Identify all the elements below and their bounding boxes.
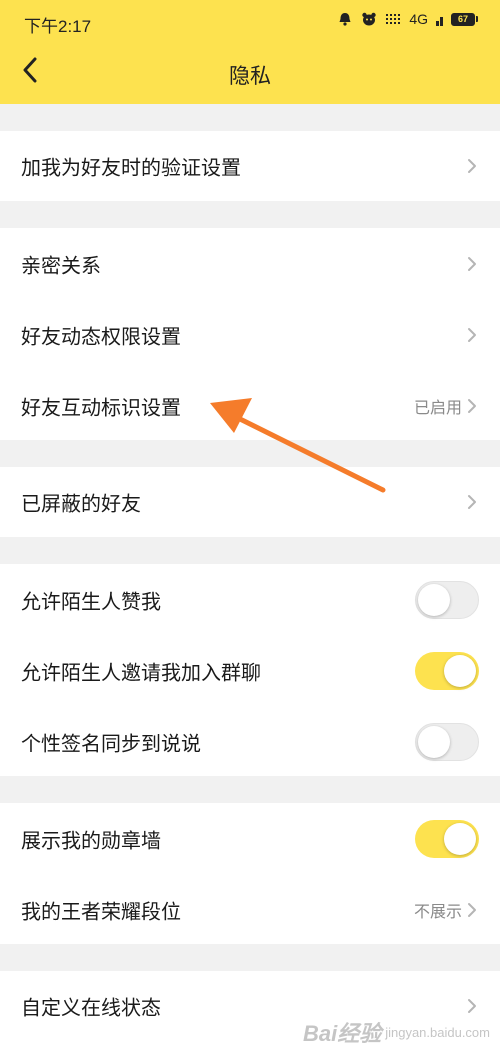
status-time: 下午2:17 <box>24 17 92 36</box>
row-interaction-badge[interactable]: 好友互动标识设置 已启用 <box>0 371 500 441</box>
battery-level: 67 <box>451 12 475 26</box>
chevron-right-icon <box>466 397 478 415</box>
row-label: 亲密关系 <box>21 253 101 278</box>
toggle-knob <box>418 726 450 758</box>
settings-group-display: 展示我的勋章墙 我的王者荣耀段位 不展示 <box>0 803 500 944</box>
row-label: 展示我的勋章墙 <box>21 828 161 853</box>
settings-group-verification: 加我为好友时的验证设置 <box>0 131 500 201</box>
chevron-right-icon <box>466 901 478 919</box>
row-right <box>466 326 478 344</box>
watermark-brand: Bai经验 <box>302 1021 382 1046</box>
toggle-switch[interactable] <box>415 820 479 858</box>
chevron-right-icon <box>466 493 478 511</box>
toggle-switch[interactable] <box>415 581 479 619</box>
row-medal-wall: 展示我的勋章墙 <box>0 804 500 874</box>
row-intimate-relationship[interactable]: 亲密关系 <box>0 229 500 299</box>
chevron-right-icon <box>466 326 478 344</box>
toggle-knob <box>418 584 450 616</box>
toggle-knob <box>444 823 476 855</box>
row-right <box>466 157 478 175</box>
row-right <box>466 493 478 511</box>
row-honor-of-kings-rank[interactable]: 我的王者荣耀段位 不展示 <box>0 875 500 945</box>
row-label: 已屏蔽的好友 <box>21 491 141 516</box>
row-value: 已启用 <box>413 398 462 417</box>
status-icons: 4G 67 <box>337 11 478 27</box>
signal-icon <box>436 12 443 26</box>
bear-icon <box>361 11 377 27</box>
chevron-right-icon <box>466 997 478 1015</box>
row-right: 已启用 <box>414 394 478 418</box>
row-label: 自定义在线状态 <box>21 995 161 1020</box>
row-label: 允许陌生人邀请我加入群聊 <box>21 660 261 685</box>
toggle-knob <box>444 655 476 687</box>
row-allow-stranger-like: 允许陌生人赞我 <box>0 565 500 635</box>
row-label: 我的王者荣耀段位 <box>21 899 181 924</box>
row-blocked-friends[interactable]: 已屏蔽的好友 <box>0 467 500 537</box>
row-label: 好友互动标识设置 <box>21 395 181 420</box>
row-allow-stranger-group-invite: 允许陌生人邀请我加入群聊 <box>0 636 500 706</box>
row-label: 个性签名同步到说说 <box>21 731 201 756</box>
page-title: 隐私 <box>229 64 271 88</box>
toggle-switch[interactable] <box>415 723 479 761</box>
row-moments-permission[interactable]: 好友动态权限设置 <box>0 300 500 370</box>
nav-bar: 隐私 <box>0 42 500 104</box>
row-right <box>466 255 478 273</box>
chevron-right-icon <box>466 157 478 175</box>
network-label: 4G <box>409 11 428 27</box>
row-signature-sync: 个性签名同步到说说 <box>0 707 500 777</box>
row-right: 不展示 <box>414 898 478 922</box>
battery-icon: 67 <box>451 12 478 26</box>
grid-signal-icon <box>385 11 401 27</box>
watermark-logo: Bai经验 jingyan.baidu.com <box>303 1016 490 1048</box>
app-header: 下午2:17 4G 67 隐私 <box>0 0 500 104</box>
settings-group-blocked: 已屏蔽的好友 <box>0 467 500 537</box>
row-label: 允许陌生人赞我 <box>21 589 161 614</box>
alarm-icon <box>337 11 353 27</box>
status-bar: 下午2:17 4G 67 <box>0 0 500 42</box>
row-label: 加我为好友时的验证设置 <box>21 155 241 180</box>
row-friend-verification[interactable]: 加我为好友时的验证设置 <box>0 131 500 201</box>
chevron-right-icon <box>466 255 478 273</box>
toggle-switch[interactable] <box>415 652 479 690</box>
settings-group-strangers: 允许陌生人赞我 允许陌生人邀请我加入群聊 个性签名同步到说说 <box>0 564 500 776</box>
row-right <box>466 997 478 1015</box>
watermark-sub: jingyan.baidu.com <box>385 1024 490 1040</box>
row-value: 不展示 <box>413 902 462 921</box>
row-label: 好友动态权限设置 <box>21 324 181 349</box>
settings-group-friends: 亲密关系 好友动态权限设置 好友互动标识设置 已启用 <box>0 228 500 440</box>
